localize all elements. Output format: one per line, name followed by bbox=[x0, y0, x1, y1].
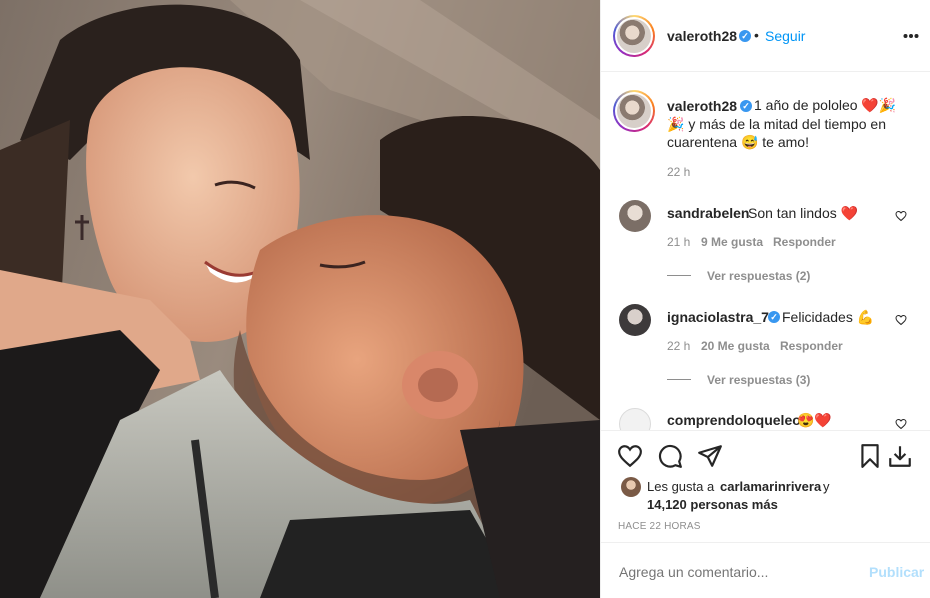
comment-likes[interactable]: 20 Me gusta bbox=[701, 339, 770, 353]
comment-reply-button[interactable]: Responder bbox=[780, 339, 843, 353]
more-horizontal-icon[interactable] bbox=[903, 33, 919, 39]
comment-avatar[interactable] bbox=[619, 304, 651, 336]
post-photo[interactable] bbox=[0, 0, 600, 598]
comment-time[interactable]: 22 h bbox=[667, 339, 690, 353]
post-sidebar: valeroth28 ✓ • Seguir valeroth28 ✓ 1 año… bbox=[600, 0, 930, 598]
caption-time[interactable]: 22 h bbox=[667, 165, 690, 179]
comment-avatar[interactable] bbox=[619, 200, 651, 232]
share-paper-plane-icon[interactable] bbox=[697, 443, 723, 469]
comment-text: Son tan lindos ❤️ bbox=[748, 205, 859, 221]
comment-time[interactable]: 21 h bbox=[667, 235, 690, 249]
view-replies-button[interactable]: Ver respuestas (3) bbox=[707, 373, 810, 387]
post-timestamp[interactable]: HACE 22 HORAS bbox=[618, 521, 701, 532]
comment-likes[interactable]: 9 Me gusta bbox=[701, 235, 763, 249]
like-heart-icon[interactable] bbox=[617, 443, 643, 469]
comment-like-heart-icon[interactable] bbox=[895, 314, 907, 326]
comment-username[interactable]: sandrabelen bbox=[667, 205, 749, 221]
comment-text: 😍❤️ bbox=[797, 412, 832, 428]
publish-button[interactable]: Publicar bbox=[869, 564, 924, 580]
view-replies-button[interactable]: Ver respuestas (2) bbox=[707, 269, 810, 283]
comment-like-heart-icon[interactable] bbox=[895, 210, 907, 222]
replies-divider bbox=[667, 275, 691, 276]
caption-line-3: cuarentena 😅 te amo! bbox=[667, 134, 809, 150]
bookmark-icon[interactable] bbox=[857, 443, 883, 469]
caption-line-2: 🎉 y más de la mitad del tiempo en bbox=[667, 116, 886, 132]
verified-badge-icon: ✓ bbox=[739, 30, 751, 42]
author-username[interactable]: valeroth28 bbox=[667, 28, 737, 44]
comments-scroll[interactable]: valeroth28 ✓ 1 año de pololeo ❤️🎉 🎉 y má… bbox=[601, 72, 930, 430]
caption-verified-icon: ✓ bbox=[740, 100, 752, 112]
likes-suffix: y bbox=[823, 479, 830, 494]
comment-composer: Publicar bbox=[601, 542, 930, 598]
comment-username[interactable]: ignaciolastra_7 bbox=[667, 309, 769, 325]
download-icon[interactable] bbox=[887, 443, 913, 469]
replies-divider bbox=[667, 379, 691, 380]
comment-input[interactable] bbox=[617, 559, 851, 585]
comment-avatar[interactable] bbox=[619, 408, 651, 430]
liker-avatar[interactable] bbox=[621, 477, 641, 497]
couple-kiss-image bbox=[0, 0, 600, 598]
follow-button[interactable]: Seguir bbox=[765, 28, 805, 44]
comment-reply-button[interactable]: Responder bbox=[773, 235, 836, 249]
instagram-post: valeroth28 ✓ • Seguir valeroth28 ✓ 1 año… bbox=[0, 0, 930, 598]
comment-bubble-icon[interactable] bbox=[657, 443, 683, 469]
post-header: valeroth28 ✓ • Seguir bbox=[601, 0, 930, 72]
comment-text: Felicidades 💪 bbox=[782, 309, 875, 325]
likes-count[interactable]: 14,120 personas más bbox=[647, 497, 778, 512]
caption-avatar[interactable] bbox=[613, 90, 655, 132]
separator-dot: • bbox=[754, 27, 759, 43]
likes-prefix: Les gusta a bbox=[647, 479, 715, 494]
comment-verified-icon: ✓ bbox=[768, 311, 780, 323]
likes-username[interactable]: carlamarinrivera bbox=[720, 479, 821, 494]
caption-line-1: 1 año de pololeo ❤️🎉 bbox=[754, 97, 897, 113]
comment-username[interactable]: comprendoloqueleo bbox=[667, 412, 801, 428]
caption-username[interactable]: valeroth28 bbox=[667, 98, 737, 114]
comment-like-heart-icon[interactable] bbox=[895, 418, 907, 430]
author-avatar[interactable] bbox=[613, 15, 655, 57]
